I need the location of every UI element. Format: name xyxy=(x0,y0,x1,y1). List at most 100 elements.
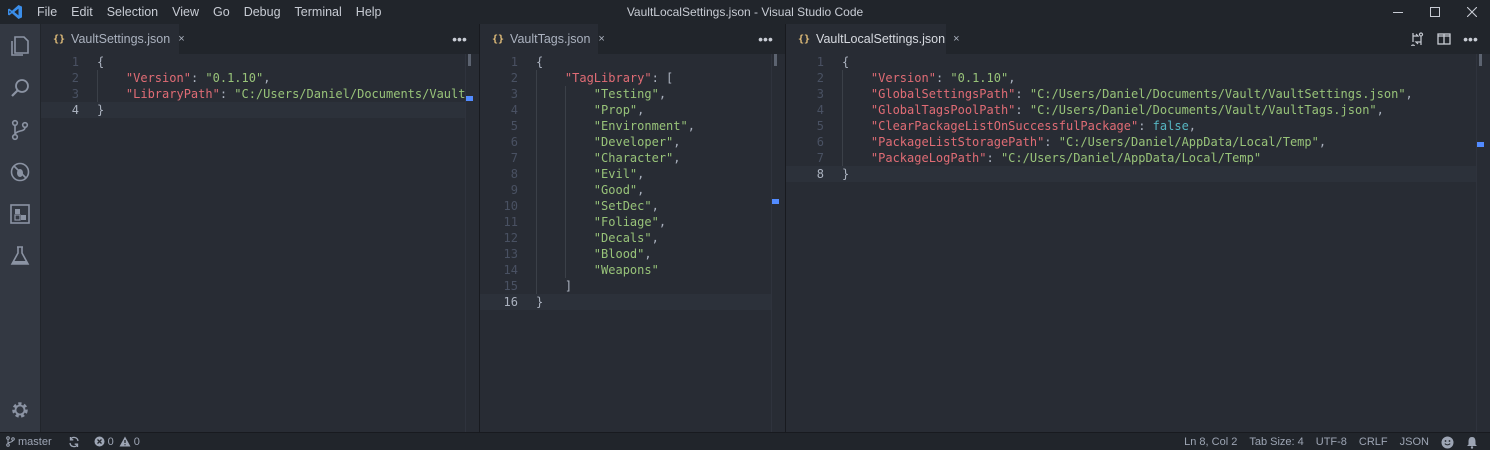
code-token: , xyxy=(658,215,667,229)
line-content: "ClearPackageListOnSuccessfulPackage": f… xyxy=(842,118,1196,134)
language-mode[interactable]: JSON xyxy=(1394,433,1435,450)
indentation[interactable]: Tab Size: 4 xyxy=(1243,433,1309,450)
code-line[interactable]: 9 "Good", xyxy=(480,182,771,198)
end-of-line[interactable]: CRLF xyxy=(1353,433,1394,450)
more-actions-button[interactable]: ••• xyxy=(1457,24,1484,54)
line-number: 3 xyxy=(71,87,79,101)
code-line[interactable]: 6 "PackageListStoragePath": "C:/Users/Da… xyxy=(786,134,1476,150)
code-line[interactable]: 10 "SetDec", xyxy=(480,198,771,214)
code-line[interactable]: 5 "ClearPackageListOnSuccessfulPackage":… xyxy=(786,118,1476,134)
menu-edit[interactable]: Edit xyxy=(64,0,100,24)
split-editor-button[interactable] xyxy=(1430,24,1457,54)
tab-label: VaultLocalSettings.json xyxy=(816,32,946,46)
notifications-button[interactable] xyxy=(1460,433,1484,450)
code-line[interactable]: 4 "Prop", xyxy=(480,102,771,118)
encoding[interactable]: UTF-8 xyxy=(1310,433,1353,450)
menu-debug[interactable]: Debug xyxy=(237,0,288,24)
json-key: "ClearPackageListOnSuccessfulPackage" xyxy=(870,119,1139,133)
cursor-overview-mark xyxy=(1477,142,1484,147)
tab-vaulttags[interactable]: {} VaultTags.json × xyxy=(480,24,605,54)
indent-guide xyxy=(536,278,537,294)
indent-guide xyxy=(564,166,566,182)
code-token: , xyxy=(644,247,652,261)
code-editor[interactable]: 1{2 "TagLibrary": [3 "Testing", 4 "Prop",… xyxy=(480,54,785,432)
scroll-thumb[interactable] xyxy=(774,54,777,66)
tab-close-button[interactable]: × xyxy=(598,33,604,45)
json-string: "C:/Users/Daniel/Documents/Vault" xyxy=(234,87,473,101)
ellipsis-icon: ••• xyxy=(452,31,467,47)
code-line[interactable]: 15 ] xyxy=(480,278,771,294)
menu-go[interactable]: Go xyxy=(206,0,237,24)
code-token: , xyxy=(637,167,645,181)
code-line[interactable]: 8} xyxy=(786,166,1476,182)
code-line[interactable]: 3 "Testing", xyxy=(480,86,771,102)
cursor-position[interactable]: Ln 8, Col 2 xyxy=(1178,433,1243,450)
code-editor[interactable]: 1{2 "Version": "0.1.10", 3 "GlobalSetting… xyxy=(786,54,1490,432)
indent-guide xyxy=(564,150,566,166)
vertical-scrollbar[interactable] xyxy=(771,54,785,432)
code-line[interactable]: 8 "Evil", xyxy=(480,166,771,182)
line-content: { xyxy=(536,54,543,70)
code-line[interactable]: 2 "TagLibrary": [ xyxy=(480,70,771,86)
tab-vaultsettings[interactable]: {} VaultSettings.json × xyxy=(41,24,185,54)
vertical-scrollbar[interactable] xyxy=(1476,54,1490,432)
code-line[interactable]: 2 "Version": "0.1.10", xyxy=(41,70,465,86)
json-boolean: false xyxy=(1152,119,1189,133)
more-actions-button[interactable]: ••• xyxy=(446,24,473,54)
more-actions-button[interactable]: ••• xyxy=(752,24,779,54)
menu-view[interactable]: View xyxy=(165,0,206,24)
code-line[interactable]: 4 "GlobalTagsPoolPath": "C:/Users/Daniel… xyxy=(786,102,1476,118)
code-line[interactable]: 7 "PackageLogPath": "C:/Users/Daniel/App… xyxy=(786,150,1476,166)
menu-terminal[interactable]: Terminal xyxy=(288,0,349,24)
tab-vaultlocalsettings[interactable]: {} VaultLocalSettings.json × xyxy=(786,24,960,54)
menu-bar: File Edit Selection View Go Debug Termin… xyxy=(30,0,389,24)
indent-guide xyxy=(536,70,537,86)
code-line[interactable]: 11 "Foliage", xyxy=(480,214,771,230)
test-button[interactable] xyxy=(0,236,40,276)
line-number: 5 xyxy=(816,119,824,133)
explorer-button[interactable] xyxy=(0,26,40,66)
vertical-scrollbar[interactable] xyxy=(465,54,479,432)
tab-close-button[interactable]: × xyxy=(953,33,959,45)
extensions-button[interactable] xyxy=(0,194,40,234)
code-editor[interactable]: 1{2 "Version": "0.1.10", 3 "LibraryPath":… xyxy=(41,54,479,432)
code-line[interactable]: 12 "Decals", xyxy=(480,230,771,246)
ellipsis-icon: ••• xyxy=(758,31,773,47)
maximize-button[interactable] xyxy=(1416,0,1453,24)
menu-file[interactable]: File xyxy=(30,0,64,24)
code-line[interactable]: 1{ xyxy=(786,54,1476,70)
tab-close-button[interactable]: × xyxy=(178,33,184,45)
menu-help[interactable]: Help xyxy=(349,0,389,24)
feedback-button[interactable] xyxy=(1435,433,1460,450)
code-line[interactable]: 3 "GlobalSettingsPath": "C:/Users/Daniel… xyxy=(786,86,1476,102)
warning-icon xyxy=(119,436,131,447)
branch-indicator[interactable]: master xyxy=(0,433,58,450)
code-line[interactable]: 14 "Weapons" xyxy=(480,262,771,278)
code-line[interactable]: 1{ xyxy=(480,54,771,70)
code-line[interactable]: 2 "Version": "0.1.10", xyxy=(786,70,1476,86)
code-line[interactable]: 16} xyxy=(480,294,771,310)
json-string: "Blood" xyxy=(593,247,645,261)
minimize-button[interactable] xyxy=(1379,0,1416,24)
code-line[interactable]: 1{ xyxy=(41,54,465,70)
indent-guide xyxy=(536,86,537,102)
code-line[interactable]: 7 "Character", xyxy=(480,150,771,166)
close-window-button[interactable] xyxy=(1453,0,1490,24)
code-line[interactable]: 4} xyxy=(41,102,465,118)
cursor-overview-mark xyxy=(772,199,779,204)
sync-button[interactable] xyxy=(58,433,86,450)
scroll-thumb[interactable] xyxy=(1479,54,1482,66)
search-button[interactable] xyxy=(0,68,40,108)
source-control-button[interactable] xyxy=(0,110,40,150)
debug-button[interactable] xyxy=(0,152,40,192)
scroll-thumb[interactable] xyxy=(468,54,471,66)
problems-indicator[interactable]: 0 0 xyxy=(86,433,146,450)
code-line[interactable]: 13 "Blood", xyxy=(480,246,771,262)
open-changes-button[interactable] xyxy=(1403,24,1430,54)
menu-selection[interactable]: Selection xyxy=(100,0,165,24)
code-line[interactable]: 5 "Environment", xyxy=(480,118,771,134)
code-line[interactable]: 3 "LibraryPath": "C:/Users/Daniel/Docume… xyxy=(41,86,473,102)
code-line[interactable]: 6 "Developer", xyxy=(480,134,771,150)
manage-button[interactable] xyxy=(0,390,40,430)
